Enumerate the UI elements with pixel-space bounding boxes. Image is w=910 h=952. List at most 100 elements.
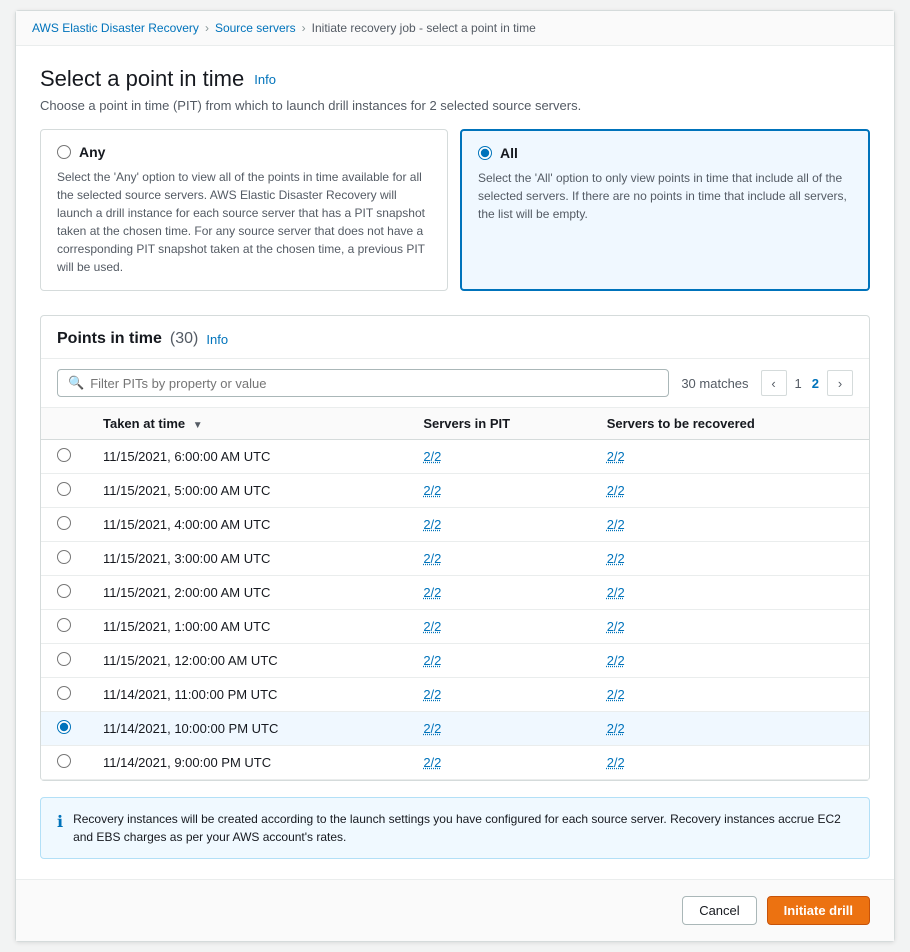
breadcrumb: AWS Elastic Disaster Recovery › Source s… bbox=[16, 11, 894, 46]
table-row[interactable]: 11/14/2021, 9:00:00 PM UTC2/22/2 bbox=[41, 746, 869, 780]
matches-text: 30 matches bbox=[681, 376, 748, 391]
row-servers-in-pit[interactable]: 2/2 bbox=[407, 712, 590, 746]
row-servers-to-recover[interactable]: 2/2 bbox=[591, 440, 869, 474]
option-all-radio[interactable] bbox=[478, 146, 492, 160]
col-servers-in-pit: Servers in PIT bbox=[407, 408, 590, 440]
row-servers-in-pit[interactable]: 2/2 bbox=[407, 746, 590, 780]
row-taken-at: 11/14/2021, 10:00:00 PM UTC bbox=[87, 712, 407, 746]
row-servers-to-recover[interactable]: 2/2 bbox=[591, 508, 869, 542]
row-servers-to-recover[interactable]: 2/2 bbox=[591, 474, 869, 508]
row-radio-cell bbox=[41, 644, 87, 678]
row-radio-cell bbox=[41, 678, 87, 712]
row-servers-to-recover[interactable]: 2/2 bbox=[591, 542, 869, 576]
row-servers-in-pit[interactable]: 2/2 bbox=[407, 644, 590, 678]
row-servers-to-recover[interactable]: 2/2 bbox=[591, 712, 869, 746]
row-servers-to-recover[interactable]: 2/2 bbox=[591, 610, 869, 644]
table-row[interactable]: 11/15/2021, 4:00:00 AM UTC2/22/2 bbox=[41, 508, 869, 542]
row-servers-to-recover[interactable]: 2/2 bbox=[591, 678, 869, 712]
option-all-header: All bbox=[478, 145, 852, 161]
row-taken-at: 11/15/2021, 12:00:00 AM UTC bbox=[87, 644, 407, 678]
table-header-row: Taken at time ▼ Servers in PIT Servers t… bbox=[41, 408, 869, 440]
table-row[interactable]: 11/14/2021, 10:00:00 PM UTC2/22/2 bbox=[41, 712, 869, 746]
table-row[interactable]: 11/15/2021, 12:00:00 AM UTC2/22/2 bbox=[41, 644, 869, 678]
breadcrumb-sep-2: › bbox=[302, 21, 306, 35]
row-radio-cell bbox=[41, 712, 87, 746]
row-radio-1[interactable] bbox=[57, 448, 71, 462]
row-servers-in-pit[interactable]: 2/2 bbox=[407, 610, 590, 644]
option-all-title: All bbox=[500, 145, 518, 161]
search-icon: 🔍 bbox=[68, 375, 84, 391]
table-row[interactable]: 11/15/2021, 1:00:00 AM UTC2/22/2 bbox=[41, 610, 869, 644]
row-radio-cell bbox=[41, 610, 87, 644]
info-banner-text: Recovery instances will be created accor… bbox=[73, 810, 853, 846]
row-radio-7[interactable] bbox=[57, 652, 71, 666]
search-row: 🔍 30 matches ‹ 1 2 › bbox=[41, 359, 869, 408]
page-1[interactable]: 1 bbox=[793, 376, 804, 391]
page-wrapper: AWS Elastic Disaster Recovery › Source s… bbox=[15, 10, 895, 942]
initiate-drill-button[interactable]: Initiate drill bbox=[767, 896, 870, 925]
breadcrumb-link-aws[interactable]: AWS Elastic Disaster Recovery bbox=[32, 21, 199, 35]
row-radio-cell bbox=[41, 576, 87, 610]
col-taken-at[interactable]: Taken at time ▼ bbox=[87, 408, 407, 440]
page-title-row: Select a point in time Info bbox=[40, 66, 870, 92]
table-row[interactable]: 11/14/2021, 11:00:00 PM UTC2/22/2 bbox=[41, 678, 869, 712]
row-taken-at: 11/15/2021, 5:00:00 AM UTC bbox=[87, 474, 407, 508]
option-all-desc: Select the 'All' option to only view poi… bbox=[478, 169, 852, 223]
row-taken-at: 11/15/2021, 4:00:00 AM UTC bbox=[87, 508, 407, 542]
row-radio-cell bbox=[41, 746, 87, 780]
pagination-next[interactable]: › bbox=[827, 370, 853, 396]
col-radio bbox=[41, 408, 87, 440]
col-servers-to-recover: Servers to be recovered bbox=[591, 408, 869, 440]
cancel-button[interactable]: Cancel bbox=[682, 896, 756, 925]
row-radio-cell bbox=[41, 440, 87, 474]
row-servers-in-pit[interactable]: 2/2 bbox=[407, 678, 590, 712]
pagination: ‹ 1 2 › bbox=[761, 370, 853, 396]
row-servers-to-recover[interactable]: 2/2 bbox=[591, 644, 869, 678]
breadcrumb-link-source-servers[interactable]: Source servers bbox=[215, 21, 296, 35]
row-servers-in-pit[interactable]: 2/2 bbox=[407, 576, 590, 610]
row-radio-10[interactable] bbox=[57, 754, 71, 768]
row-radio-5[interactable] bbox=[57, 584, 71, 598]
row-taken-at: 11/15/2021, 1:00:00 AM UTC bbox=[87, 610, 407, 644]
table-row[interactable]: 11/15/2021, 5:00:00 AM UTC2/22/2 bbox=[41, 474, 869, 508]
page-info-link[interactable]: Info bbox=[254, 72, 276, 87]
breadcrumb-sep-1: › bbox=[205, 21, 209, 35]
pagination-prev[interactable]: ‹ bbox=[761, 370, 787, 396]
row-radio-8[interactable] bbox=[57, 686, 71, 700]
row-taken-at: 11/14/2021, 9:00:00 PM UTC bbox=[87, 746, 407, 780]
points-info-link[interactable]: Info bbox=[206, 332, 228, 347]
breadcrumb-current: Initiate recovery job - select a point i… bbox=[312, 21, 536, 35]
page-title: Select a point in time bbox=[40, 66, 244, 92]
row-radio-4[interactable] bbox=[57, 550, 71, 564]
search-box[interactable]: 🔍 bbox=[57, 369, 669, 397]
points-section: Points in time (30) Info 🔍 30 matches ‹ … bbox=[40, 315, 870, 781]
row-servers-in-pit[interactable]: 2/2 bbox=[407, 508, 590, 542]
row-servers-in-pit[interactable]: 2/2 bbox=[407, 440, 590, 474]
table-row[interactable]: 11/15/2021, 6:00:00 AM UTC2/22/2 bbox=[41, 440, 869, 474]
row-radio-cell bbox=[41, 508, 87, 542]
table-body: 11/15/2021, 6:00:00 AM UTC2/22/211/15/20… bbox=[41, 440, 869, 780]
row-radio-6[interactable] bbox=[57, 618, 71, 632]
row-radio-3[interactable] bbox=[57, 516, 71, 530]
option-any-radio[interactable] bbox=[57, 145, 71, 159]
row-radio-9[interactable] bbox=[57, 720, 71, 734]
search-input[interactable] bbox=[90, 376, 658, 391]
option-all-card[interactable]: All Select the 'All' option to only view… bbox=[460, 129, 870, 291]
option-any-header: Any bbox=[57, 144, 431, 160]
row-radio-cell bbox=[41, 542, 87, 576]
table-row[interactable]: 11/15/2021, 2:00:00 AM UTC2/22/2 bbox=[41, 576, 869, 610]
points-count: (30) bbox=[170, 330, 198, 348]
row-taken-at: 11/14/2021, 11:00:00 PM UTC bbox=[87, 678, 407, 712]
points-title: Points in time bbox=[57, 330, 162, 348]
page-2[interactable]: 2 bbox=[810, 376, 821, 391]
row-servers-to-recover[interactable]: 2/2 bbox=[591, 576, 869, 610]
row-servers-in-pit[interactable]: 2/2 bbox=[407, 542, 590, 576]
row-servers-in-pit[interactable]: 2/2 bbox=[407, 474, 590, 508]
table-row[interactable]: 11/15/2021, 3:00:00 AM UTC2/22/2 bbox=[41, 542, 869, 576]
row-servers-to-recover[interactable]: 2/2 bbox=[591, 746, 869, 780]
row-taken-at: 11/15/2021, 2:00:00 AM UTC bbox=[87, 576, 407, 610]
option-any-card[interactable]: Any Select the 'Any' option to view all … bbox=[40, 129, 448, 291]
pit-table: Taken at time ▼ Servers in PIT Servers t… bbox=[41, 408, 869, 780]
row-radio-2[interactable] bbox=[57, 482, 71, 496]
points-header: Points in time (30) Info bbox=[41, 316, 869, 359]
